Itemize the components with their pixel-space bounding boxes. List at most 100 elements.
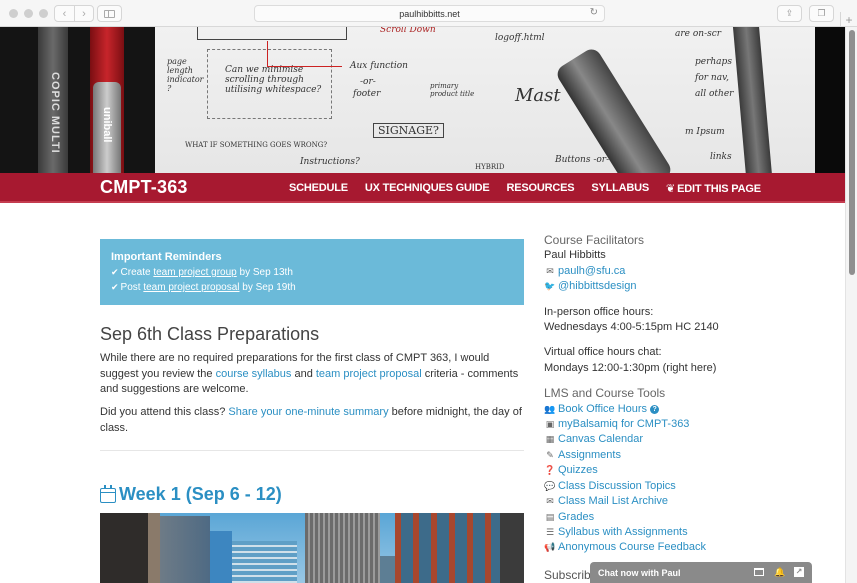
paragraph-text: and [291,367,316,380]
attendance-paragraph: Did you attend this class? Share your on… [100,405,524,436]
minimize-window-button[interactable] [24,9,33,18]
mybalsamiq-link[interactable]: myBalsamiq for CMPT-363 [558,418,689,430]
sketch-text: Buttons -or- [555,155,610,165]
tool-item: ☰ Syllabus with Assignments [544,525,784,540]
hero-pen1-label: COPIC MULTI [49,72,61,154]
canvas-calendar-link[interactable]: Canvas Calendar [558,433,643,445]
reminder-text: Create [120,267,154,278]
close-window-button[interactable] [9,9,18,18]
zoom-window-button[interactable] [39,9,48,18]
nav-link-resources[interactable]: RESOURCES [506,182,574,195]
grades-link[interactable]: Grades [558,511,594,523]
team-project-group-link[interactable]: team project group [153,267,236,278]
share-icon: ⇪ [785,8,794,18]
grav-logo-icon: ❦ [666,183,676,195]
balsamiq-icon: ▣ [545,419,555,430]
virtual-hours-value: Mondays 12:00-1:30pm (right here) [544,361,717,374]
hero-pens-area: COPIC MULTI uniball [0,27,155,173]
image-building [210,531,232,583]
hero-dark-edge [815,27,845,173]
browser-toolbar: ‹ › paulhibbitts.net ↻ ⇪ ❐ + [0,0,857,27]
site-brand-link[interactable]: CMPT-363 [100,177,188,198]
sketch-text: Scroll Down [380,27,436,35]
facilitator-twitter: 🐦 @hibbittsdesign [544,279,784,294]
envelope-icon: ✉ [546,496,554,507]
twitter-link[interactable]: @hibbittsdesign [558,280,636,292]
nav-link-syllabus[interactable]: SYLLABUS [591,182,649,195]
course-facilitators-heading: Course Facilitators [544,233,645,247]
tool-item: ▦ Canvas Calendar [544,432,784,447]
reload-icon[interactable]: ↻ [590,7,598,18]
assignments-link[interactable]: Assignments [558,449,621,461]
quizzes-link[interactable]: Quizzes [558,464,598,476]
facilitator-email: ✉ paulh@sfu.ca [544,264,784,279]
history-nav: ‹ › [54,5,94,22]
checkmark-icon: ✔ [111,282,119,292]
sketch-text: Instructions? [300,157,360,167]
envelope-icon: ✉ [546,265,554,276]
sketch-text: page length indicator ? [167,57,204,93]
chat-widget-bar[interactable]: Chat now with Paul 🔔 ↗ [590,562,812,583]
image-building [100,513,148,583]
one-minute-summary-link[interactable]: Share your one-minute summary [228,406,388,418]
tool-item: ❓ Quizzes [544,463,784,478]
chat-controls: 🔔 ↗ [754,567,804,577]
tool-item: ▣ myBalsamiq for CMPT-363 [544,417,784,432]
nav-link-edit-this-page[interactable]: ❦ EDIT THIS PAGE [666,182,761,195]
sketch-text: SIGNAGE? [373,123,444,138]
sketch-text: Aux function [350,61,408,71]
forward-button[interactable]: › [74,6,93,21]
comments-icon: 💬 [544,480,556,491]
class-discussion-topics-link[interactable]: Class Discussion Topics [558,480,676,492]
sketch-text: m Ipsum [685,127,725,137]
reminder-item: ✔ Create team project group by Sep 13th [111,265,513,280]
site-navbar: CMPT-363 SCHEDULE UX TECHNIQUES GUIDE RE… [0,173,845,203]
email-link[interactable]: paulh@sfu.ca [558,265,625,277]
window-controls [9,9,48,18]
window-icon[interactable] [754,568,764,576]
sketch-text: for nav, [695,73,729,83]
important-reminders-box: Important Reminders ✔ Create team project… [100,239,524,305]
book-office-hours-link[interactable]: Book Office Hours [558,403,647,415]
help-icon[interactable]: ? [650,404,660,414]
popout-icon[interactable]: ↗ [794,567,804,577]
nav-link-schedule[interactable]: SCHEDULE [289,182,348,195]
preparations-paragraph: While there are no required preparations… [100,351,524,398]
nav-links: SCHEDULE UX TECHNIQUES GUIDE RESOURCES S… [289,182,761,195]
subscribe-heading: Subscrib [544,568,591,582]
sketch-text: all other [695,89,734,99]
nav-link-ux-techniques-guide[interactable]: UX TECHNIQUES GUIDE [365,182,490,195]
back-button[interactable]: ‹ [55,6,74,21]
week-1-heading-link[interactable]: Week 1 (Sep 6 - 12) [100,484,282,505]
reminders-title: Important Reminders [111,251,222,263]
section-divider [100,450,524,451]
inperson-hours-label: In-person office hours: [544,305,654,318]
reminder-text: Post [120,282,144,293]
anonymous-course-feedback-link[interactable]: Anonymous Course Feedback [558,541,706,553]
sketch-text: HYBRID [475,163,505,171]
syllabus-with-assignments-link[interactable]: Syllabus with Assignments [558,526,688,538]
sidebar-toggle-button[interactable] [97,5,122,22]
page-scrollbar[interactable] [845,27,857,583]
class-mail-list-archive-link[interactable]: Class Mail List Archive [558,495,668,507]
lms-tools-heading: LMS and Course Tools [544,386,666,401]
bell-icon[interactable]: 🔔 [774,567,785,577]
sketch-text: Mast [515,85,561,106]
scrollbar-thumb[interactable] [849,30,855,275]
hero-pen2-label: uniball [101,107,113,143]
address-bar[interactable]: paulhibbitts.net ↻ [254,5,605,22]
sketch-text: are on-scr [675,29,722,39]
new-tab-button[interactable]: + [840,12,857,27]
facilitator-name: Paul Hibbitts [544,249,606,262]
sketch-text: primary product title [430,82,475,98]
course-syllabus-link[interactable]: course syllabus [216,368,292,380]
share-button[interactable]: ⇪ [777,5,802,22]
team-project-proposal-criteria-link[interactable]: team project proposal [316,368,422,380]
class-preparations-heading: Sep 6th Class Preparations [100,324,320,344]
show-tabs-button[interactable]: ❐ [809,5,834,22]
hero-banner-image: COPIC MULTI uniball Scroll Down logoff.h… [0,27,845,173]
team-project-proposal-link[interactable]: team project proposal [143,282,239,293]
pencil-icon: ✎ [546,449,554,460]
checkmark-icon: ✔ [111,267,119,277]
users-icon: 👥 [544,403,556,414]
